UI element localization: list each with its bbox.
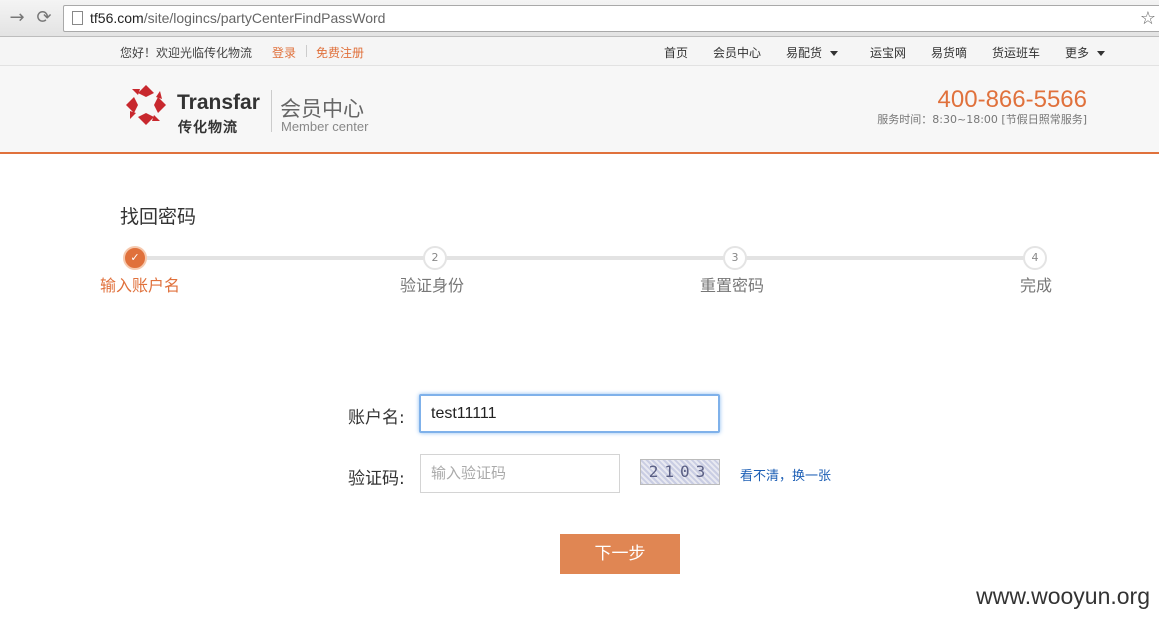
next-step-button[interactable]: 下一步 (560, 534, 680, 574)
step-3-label: 重置密码 (700, 276, 765, 295)
back-arrow-icon[interactable]: → (6, 7, 28, 29)
brand-name-cn: 传化物流 (178, 120, 238, 136)
nav-yipeihuo[interactable]: 易配货 (786, 44, 839, 61)
section-title-en: Member center (281, 119, 369, 134)
account-label: 账户名: (348, 408, 405, 428)
nav-member-center[interactable]: 会员中心 (713, 44, 761, 61)
nav-more[interactable]: 更多 (1065, 44, 1106, 61)
watermark: www.wooyun.org (976, 583, 1150, 609)
site-topbar: 您好！欢迎光临传化物流 登录 免费注册 首页 会员中心 易配货 运宝网 易货嘀 … (0, 37, 1159, 66)
page-icon (72, 11, 83, 25)
url-text: tf56.com/site/logincs/partyCenterFindPas… (90, 10, 385, 26)
url-domain: tf56.com (90, 10, 144, 26)
step-4-marker: 4 (1023, 246, 1047, 270)
captcha-input[interactable] (420, 454, 620, 493)
chevron-down-icon (1097, 51, 1106, 56)
page-title: 找回密码 (120, 206, 197, 228)
nav-more-label: 更多 (1065, 46, 1090, 60)
brand-name-en: Transfar (177, 91, 260, 114)
service-phone: 400-866-5566 (937, 86, 1087, 113)
captcha-image[interactable]: 2103 (640, 459, 720, 485)
service-hours: 服务时间：8:30~18:00 [节假日照常服务] (877, 113, 1087, 126)
register-link[interactable]: 免费注册 (316, 44, 364, 61)
progress-track (135, 256, 1035, 260)
account-input[interactable] (419, 394, 720, 433)
nav-home[interactable]: 首页 (664, 44, 688, 61)
captcha-label: 验证码: (348, 469, 405, 489)
nav-yihuodi[interactable]: 易货嘀 (931, 44, 967, 61)
login-link[interactable]: 登录 (272, 44, 296, 61)
greeting-text: 您好！欢迎光临传化物流 (120, 46, 253, 60)
nav-yipeihuo-label: 易配货 (786, 46, 823, 60)
reload-icon[interactable]: ⟳ (33, 7, 55, 29)
bookmark-star-icon[interactable]: ☆ (1140, 8, 1156, 29)
site-header: Transfar 传化物流 会员中心 Member center 400-866… (0, 66, 1159, 154)
header-divider (271, 90, 272, 132)
nav-freight-bus[interactable]: 货运班车 (992, 44, 1040, 61)
chevron-down-icon (830, 51, 839, 56)
browser-toolbar: → ⟳ tf56.com/site/logincs/partyCenterFin… (0, 0, 1159, 37)
step-4-label: 完成 (1020, 276, 1053, 295)
step-1-check-icon: ✓ (123, 246, 147, 270)
step-1-label: 输入账户名 (100, 276, 181, 295)
refresh-captcha-link[interactable]: 看不清，换一张 (740, 465, 831, 484)
step-3-marker: 3 (723, 246, 747, 270)
nav-yunbao[interactable]: 运宝网 (870, 44, 906, 61)
step-2-label: 验证身份 (400, 276, 465, 295)
url-path: /site/logincs/partyCenterFindPassWord (143, 10, 386, 26)
address-bar[interactable]: tf56.com/site/logincs/partyCenterFindPas… (63, 5, 1159, 32)
topbar-divider (306, 45, 307, 57)
step-2-marker: 2 (423, 246, 447, 270)
transfar-logo-icon[interactable] (124, 83, 168, 127)
